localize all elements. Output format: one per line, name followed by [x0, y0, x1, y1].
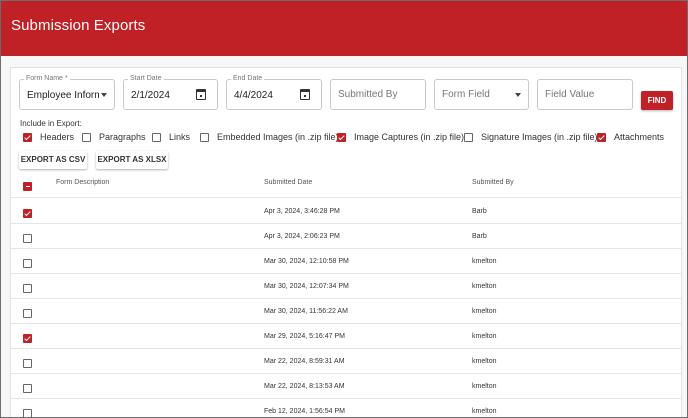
chevron-down-icon: [101, 93, 107, 97]
form-name-value: Employee Inform...: [27, 90, 99, 101]
submitted-date-cell: Apr 3, 2024, 2:06:23 PM: [264, 233, 340, 240]
table-row[interactable]: Mar 22, 2024, 8:13:53 AM kmelton: [11, 374, 681, 399]
calendar-icon[interactable]: [300, 89, 310, 100]
submitted-date-cell: Mar 30, 2024, 12:07:34 PM: [264, 283, 349, 290]
checkbox[interactable]: [337, 132, 346, 142]
submitted-by-cell: kmelton: [472, 358, 497, 365]
page-title: Submission Exports: [11, 17, 146, 34]
row-checkbox[interactable]: [23, 409, 32, 417]
table-row[interactable]: Mar 30, 2024, 12:07:34 PM kmelton: [11, 274, 681, 299]
checkbox[interactable]: [464, 132, 473, 142]
chevron-down-icon: [515, 93, 521, 97]
table-row[interactable]: Mar 29, 2024, 5:16:47 PM kmelton: [11, 324, 681, 349]
form-field-placeholder: Form Field: [442, 89, 490, 100]
submitted-date-cell: Mar 30, 2024, 12:10:58 PM: [264, 258, 349, 265]
submitted-by-cell: kmelton: [472, 258, 497, 265]
submitted-by-cell: kmelton: [472, 283, 497, 290]
page-header: Submission Exports: [1, 1, 687, 56]
row-checkbox[interactable]: [23, 309, 32, 318]
form-field-select[interactable]: Form Field: [434, 79, 529, 110]
submitted-by-cell: kmelton: [472, 408, 497, 415]
include-attachments-option[interactable]: Attachments: [597, 131, 664, 143]
row-checkbox[interactable]: [23, 334, 32, 343]
form-name-label: Form Name *: [24, 74, 70, 84]
row-checkbox[interactable]: [23, 359, 32, 368]
form-name-select[interactable]: Form Name * Employee Inform...: [19, 74, 115, 110]
include-embedded-images-option[interactable]: Embedded Images (in .zip file): [200, 131, 339, 143]
checkbox[interactable]: [82, 132, 91, 142]
table-row[interactable]: Mar 30, 2024, 12:10:58 PM kmelton: [11, 249, 681, 274]
field-value-placeholder: Field Value: [545, 89, 595, 100]
row-checkbox[interactable]: [23, 384, 32, 393]
submitted-by-cell: kmelton: [472, 308, 497, 315]
row-checkbox[interactable]: [23, 234, 32, 243]
table-header: Form Description Submitted Date Submitte…: [11, 173, 681, 198]
table-row[interactable]: Apr 3, 2024, 2:06:23 PM Barb: [11, 224, 681, 249]
submitted-by-placeholder: Submitted By: [338, 89, 398, 100]
option-label: Links: [169, 132, 191, 142]
app-window: Submission Exports Form Name * Employee …: [0, 0, 688, 418]
column-header-submitted-by[interactable]: Submitted By: [472, 179, 514, 186]
submitted-date-cell: Mar 30, 2024, 11:56:22 AM: [264, 308, 348, 315]
start-date-label: Start Date: [128, 74, 164, 84]
submitted-date-cell: Mar 22, 2024, 8:13:53 AM: [264, 383, 345, 390]
submitted-by-cell: kmelton: [472, 383, 497, 390]
checkbox[interactable]: [152, 132, 161, 142]
start-date-value: 2/1/2024: [131, 90, 170, 101]
checkbox[interactable]: [597, 132, 606, 142]
start-date-field[interactable]: Start Date 2/1/2024: [123, 74, 218, 110]
option-label: Paragraphs: [99, 132, 146, 142]
row-checkbox[interactable]: [23, 259, 32, 268]
row-checkbox[interactable]: [23, 284, 32, 293]
submitted-date-cell: Mar 29, 2024, 5:16:47 PM: [264, 333, 345, 340]
option-label: Headers: [40, 132, 75, 142]
end-date-field[interactable]: End Date 4/4/2024: [226, 74, 322, 110]
column-header-form-description[interactable]: Form Description: [56, 179, 109, 186]
option-label: Embedded Images (in .zip file): [217, 132, 339, 142]
export-xlsx-button[interactable]: EXPORT AS XLSX: [96, 151, 168, 169]
submitted-by-cell: Barb: [472, 233, 487, 240]
column-header-submitted-date[interactable]: Submitted Date: [264, 179, 312, 186]
export-csv-button[interactable]: EXPORT AS CSV: [19, 151, 87, 169]
submitted-date-cell: Mar 22, 2024, 8:59:31 AM: [264, 358, 345, 365]
submitted-by-cell: Barb: [472, 208, 487, 215]
find-button[interactable]: FIND: [641, 91, 673, 110]
submitted-date-cell: Feb 12, 2024, 1:56:54 PM: [264, 408, 345, 415]
include-signature-images-option[interactable]: Signature Images (in .zip file): [464, 131, 598, 143]
table-row[interactable]: Feb 12, 2024, 1:56:54 PM kmelton: [11, 399, 681, 417]
submitted-by-input[interactable]: Submitted By: [330, 79, 426, 110]
option-label: Image Captures (in .zip file): [354, 132, 465, 142]
include-image-captures-option[interactable]: Image Captures (in .zip file): [337, 131, 464, 143]
option-label: Signature Images (in .zip file): [481, 132, 598, 142]
row-checkbox[interactable]: [23, 209, 32, 218]
table-row[interactable]: Mar 22, 2024, 8:59:31 AM kmelton: [11, 349, 681, 374]
select-all-checkbox[interactable]: [23, 182, 32, 191]
table-row[interactable]: Apr 3, 2024, 3:46:28 PM Barb: [11, 199, 681, 224]
checkbox[interactable]: [23, 132, 32, 142]
field-value-input[interactable]: Field Value: [537, 79, 633, 110]
include-headers-option[interactable]: Headers: [23, 131, 74, 143]
include-paragraphs-option[interactable]: Paragraphs: [82, 131, 146, 143]
end-date-value: 4/4/2024: [234, 90, 273, 101]
option-label: Attachments: [614, 132, 665, 142]
submitted-date-cell: Apr 3, 2024, 3:46:28 PM: [264, 208, 340, 215]
calendar-icon[interactable]: [196, 89, 206, 100]
checkbox[interactable]: [200, 132, 209, 142]
submitted-by-cell: kmelton: [472, 333, 497, 340]
end-date-label: End Date: [231, 74, 265, 84]
exports-panel: Form Name * Employee Inform... Start Dat…: [10, 67, 682, 417]
include-in-export-label: Include in Export:: [20, 119, 82, 128]
include-links-option[interactable]: Links: [152, 131, 190, 143]
table-row[interactable]: Mar 30, 2024, 11:56:22 AM kmelton: [11, 299, 681, 324]
